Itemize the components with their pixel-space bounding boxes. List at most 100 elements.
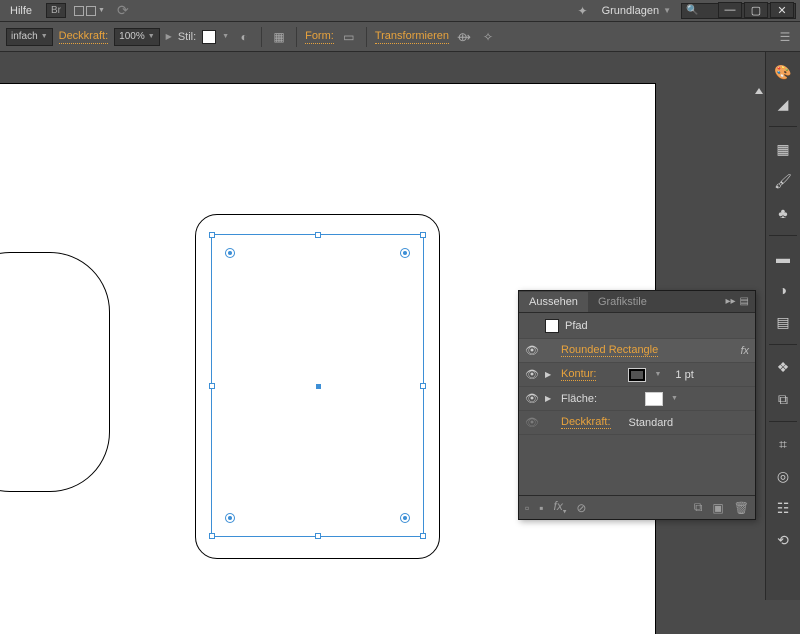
- bridge-badge[interactable]: Br: [46, 3, 66, 18]
- resize-handle[interactable]: [209, 533, 215, 539]
- opacity-value: 100%: [119, 31, 145, 42]
- dock-layers-icon[interactable]: ❖: [771, 355, 795, 379]
- new-button[interactable]: ▣: [712, 501, 723, 515]
- dock-appearance-icon[interactable]: ⌗: [771, 432, 795, 456]
- resize-handle[interactable]: [315, 232, 321, 238]
- opacity-value[interactable]: Standard: [629, 417, 674, 429]
- opacity-field[interactable]: 100% ▼: [114, 28, 160, 46]
- resize-handle[interactable]: [315, 533, 321, 539]
- add-effect-button[interactable]: fx▾: [554, 499, 567, 515]
- chevron-down-icon[interactable]: ▼: [654, 371, 661, 378]
- dock-pathfinder-icon[interactable]: ⟲: [771, 528, 795, 552]
- add-fill-button[interactable]: ▪: [539, 501, 543, 515]
- dock-gradient-icon[interactable]: ◑: [771, 278, 795, 302]
- chevron-down-icon: ▼: [41, 33, 48, 40]
- center-point[interactable]: [316, 384, 321, 389]
- separator: [261, 27, 262, 47]
- disclosure-triangle-icon[interactable]: ▶: [545, 394, 555, 403]
- dock-brushes-icon[interactable]: 🖌: [771, 169, 795, 193]
- search-icon: 🔍: [686, 5, 698, 16]
- align-icon[interactable]: ▦: [270, 28, 288, 46]
- opacity-link[interactable]: Deckkraft:: [59, 30, 109, 44]
- chevron-down-icon[interactable]: ▼: [222, 33, 229, 40]
- isolate-icon[interactable]: ⟴: [455, 28, 473, 46]
- panel-menu-icon[interactable]: ▤: [740, 296, 749, 307]
- corner-widget[interactable]: [400, 248, 410, 258]
- panel-menu-icon[interactable]: ☰: [776, 28, 794, 46]
- resize-handle[interactable]: [420, 383, 426, 389]
- arrange-icon: [74, 6, 84, 16]
- resize-handle[interactable]: [420, 533, 426, 539]
- dock-align-icon[interactable]: ☷: [771, 496, 795, 520]
- fx-badge[interactable]: fx: [740, 345, 749, 357]
- corner-widget[interactable]: [400, 513, 410, 523]
- appearance-object-row[interactable]: ● Pfad: [519, 313, 755, 339]
- chevron-down-icon: ▼: [148, 33, 155, 40]
- visibility-eye-icon[interactable]: 👁: [525, 392, 539, 405]
- delete-button[interactable]: 🗑: [734, 501, 749, 515]
- cloud-icon[interactable]: ✦: [574, 2, 592, 20]
- appearance-opacity-row[interactable]: 👁 ▶ Deckkraft: Standard: [519, 411, 755, 435]
- stroke-label-link[interactable]: Kontur:: [561, 368, 596, 381]
- chevron-down-icon: ▼: [98, 7, 105, 14]
- dock-graphic-styles-icon[interactable]: ◎: [771, 464, 795, 488]
- fill-label: Fläche:: [561, 393, 613, 405]
- transform-link[interactable]: Transformieren: [375, 30, 449, 44]
- dock-stroke-icon[interactable]: ▬: [771, 246, 795, 270]
- shape-props-icon[interactable]: ▭: [340, 28, 358, 46]
- isolate-icon-2[interactable]: ✧: [479, 28, 497, 46]
- appearance-fill-row[interactable]: 👁 ▶ Fläche: ▼: [519, 387, 755, 411]
- effect-name-link[interactable]: Rounded Rectangle: [561, 344, 658, 357]
- recolor-icon[interactable]: ◐: [235, 28, 253, 46]
- dock-color-guide-icon[interactable]: ◢: [771, 92, 795, 116]
- titlebar: Hilfe Br ▼ ⟳ ✦ Grundlagen ▼ 🔍 — ▢ ✕: [0, 0, 800, 22]
- rounded-rect-shape-1[interactable]: [0, 252, 110, 492]
- selection-bounding-box[interactable]: [211, 234, 424, 537]
- stroke-swatch[interactable]: [628, 368, 646, 382]
- shape-link[interactable]: Form:: [305, 30, 334, 44]
- appearance-panel: Aussehen Grafikstile ▸▸ ▤ ● Pfad 👁 ▶ Rou…: [518, 290, 756, 520]
- maximize-button[interactable]: ▢: [744, 2, 768, 18]
- right-dock: 🎨 ◢ ▦ 🖌 ♣ ▬ ◑ ▤ ❖ ⧉ ⌗ ◎ ☷ ⟲: [765, 52, 800, 600]
- collapse-icon[interactable]: ▸▸: [726, 296, 736, 307]
- appearance-stroke-row[interactable]: 👁 ▶ Kontur: ▼ 1 pt: [519, 363, 755, 387]
- visibility-eye-icon[interactable]: 👁: [525, 368, 539, 381]
- resize-handle[interactable]: [420, 232, 426, 238]
- tab-appearance[interactable]: Aussehen: [519, 292, 588, 312]
- disclosure-triangle-icon[interactable]: ▶: [545, 370, 555, 379]
- resize-handle[interactable]: [209, 232, 215, 238]
- opacity-label-link[interactable]: Deckkraft:: [561, 416, 611, 429]
- panel-tabs: Aussehen Grafikstile ▸▸ ▤: [519, 291, 755, 313]
- resize-handle[interactable]: [209, 383, 215, 389]
- control-bar: infach ▼ Deckkraft: 100% ▼ ▶ Stil: ▼ ◐ ▦…: [0, 22, 800, 52]
- dock-symbols-icon[interactable]: ♣: [771, 201, 795, 225]
- stroke-weight-value[interactable]: 1 pt: [675, 369, 693, 381]
- scroll-up-icon: [755, 88, 763, 94]
- chevron-right-icon[interactable]: ▶: [166, 32, 172, 41]
- tab-graphic-styles[interactable]: Grafikstile: [588, 292, 657, 312]
- stroke-profile-select[interactable]: infach ▼: [6, 28, 53, 46]
- panel-footer: ▫ ▪ fx▾ ⊘ ⧉ ▣ 🗑: [519, 495, 755, 519]
- appearance-effect-row[interactable]: 👁 ▶ Rounded Rectangle fx: [519, 339, 755, 363]
- chevron-down-icon[interactable]: ▼: [671, 395, 678, 402]
- corner-widget[interactable]: [225, 513, 235, 523]
- close-button[interactable]: ✕: [770, 2, 794, 18]
- arrange-docs-button[interactable]: ▼: [74, 6, 105, 16]
- style-swatch[interactable]: [202, 30, 216, 44]
- clear-appearance-button[interactable]: ⊘: [576, 501, 586, 515]
- dock-color-icon[interactable]: 🎨: [771, 60, 795, 84]
- fill-swatch[interactable]: [645, 392, 663, 406]
- dock-swatches-icon[interactable]: ▦: [771, 137, 795, 161]
- minimize-button[interactable]: —: [718, 2, 742, 18]
- chevron-down-icon: ▼: [663, 6, 671, 15]
- dock-transparency-icon[interactable]: ▤: [771, 310, 795, 334]
- dock-artboards-icon[interactable]: ⧉: [771, 387, 795, 411]
- visibility-eye-icon[interactable]: 👁: [525, 416, 539, 429]
- duplicate-button[interactable]: ⧉: [694, 500, 703, 515]
- visibility-eye-icon[interactable]: 👁: [525, 344, 539, 357]
- menu-help[interactable]: Hilfe: [4, 3, 38, 19]
- corner-widget[interactable]: [225, 248, 235, 258]
- sync-icon[interactable]: ⟳: [113, 2, 133, 19]
- add-stroke-button[interactable]: ▫: [525, 501, 529, 515]
- workspace-switcher[interactable]: Grundlagen ▼: [598, 3, 675, 19]
